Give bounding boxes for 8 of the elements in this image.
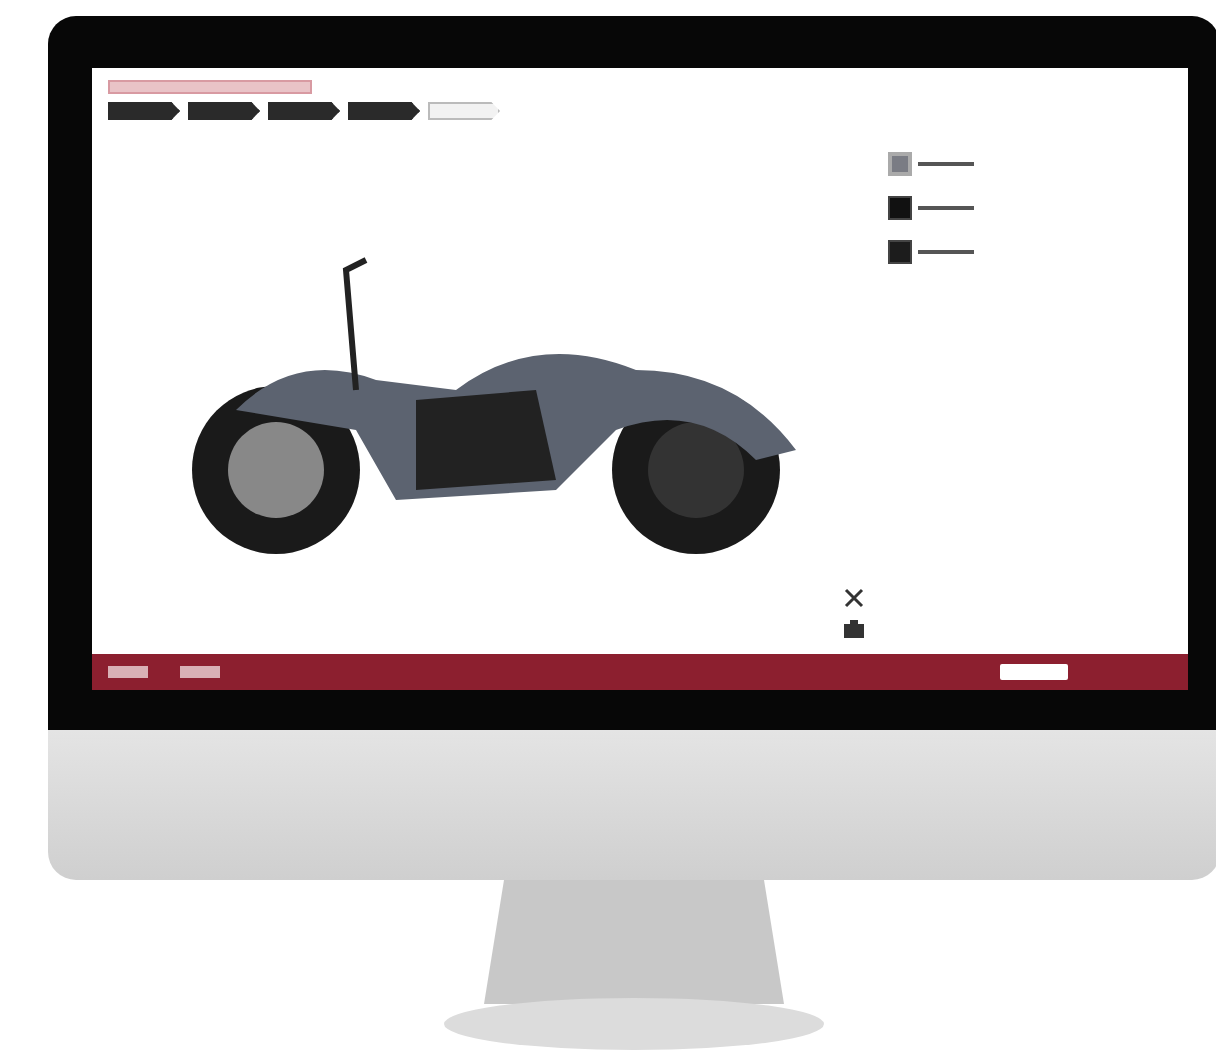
step-tab[interactable]	[108, 102, 180, 120]
step-tab[interactable]	[268, 102, 340, 120]
color-swatch[interactable]	[888, 196, 912, 220]
color-swatch[interactable]	[888, 240, 912, 264]
step-tab[interactable]	[348, 102, 420, 120]
step-tab[interactable]	[188, 102, 260, 120]
color-swatch[interactable]	[888, 152, 912, 176]
expand-icon[interactable]	[844, 588, 864, 608]
